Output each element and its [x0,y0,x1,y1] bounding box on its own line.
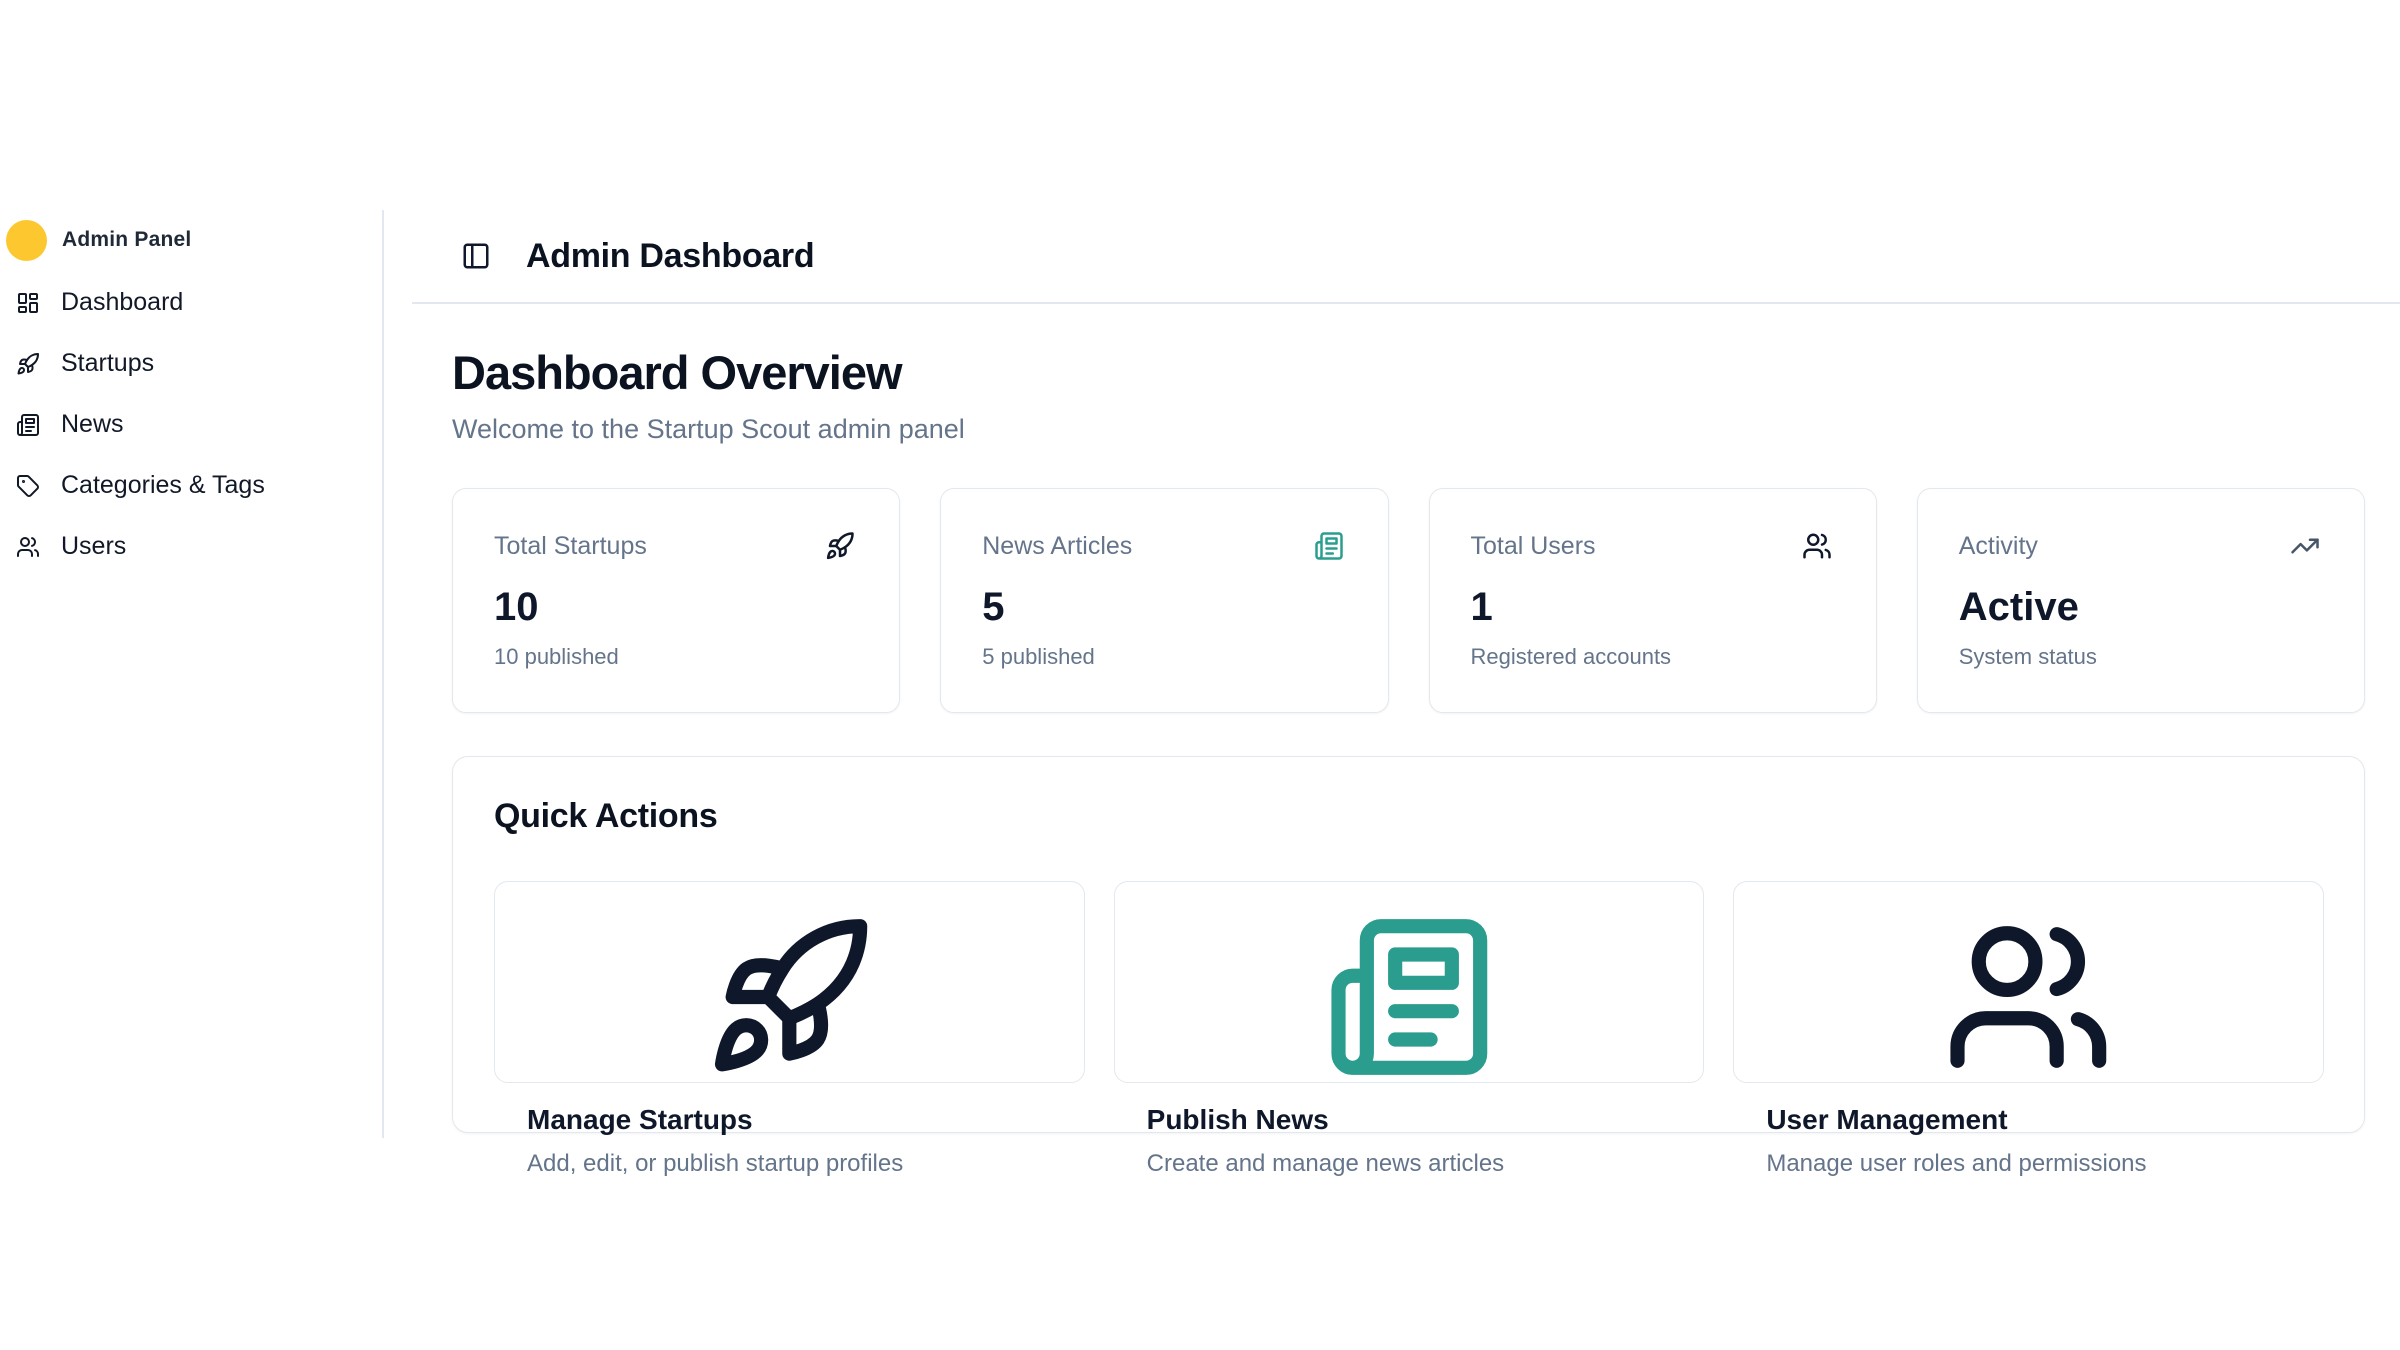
sidebar-item-label: Users [61,532,126,561]
stat-card-header: Total Startups [494,531,855,561]
brand-label: Admin Panel [62,228,191,252]
sidebar-brand: Admin Panel [0,219,382,261]
sidebar-item-startups[interactable]: Startups [0,333,382,394]
quick-action-description: Add, edit, or publish startup profiles [527,1150,1052,1178]
sidebar-item-label: Startups [61,349,154,378]
sidebar-nav: Dashboard Startups News Categories & Tag… [0,272,382,577]
brand-logo-circle [6,220,47,261]
overview-subtitle: Welcome to the Startup Scout admin panel [452,412,2365,447]
quick-action-description: Manage user roles and permissions [1766,1150,2291,1178]
sidebar-toggle-button[interactable] [461,241,491,271]
stat-card-header: News Articles [982,531,1343,561]
sidebar-item-label: Categories & Tags [61,471,265,500]
stat-subtext: Registered accounts [1471,644,1832,670]
quick-action-user-management[interactable]: User Management Manage user roles and pe… [1733,881,2324,1083]
stats-grid: Total Startups 10 10 published News Arti… [452,488,2365,713]
sidebar: Admin Panel Dashboard Startups News Cate… [0,210,384,1138]
stat-value: 10 [494,585,855,629]
stat-card-header: Activity [1959,531,2320,561]
stat-subtext: 10 published [494,644,855,670]
quick-actions-grid: Manage Startups Add, edit, or publish st… [494,881,2324,1083]
quick-actions-panel: Quick Actions Manage Startups Add, edit,… [452,756,2365,1133]
quick-action-manage-startups[interactable]: Manage Startups Add, edit, or publish st… [494,881,1085,1083]
trending-up-icon [2290,531,2320,561]
users-icon [1766,912,2291,1082]
rocket-icon [527,912,1052,1082]
sidebar-item-label: Dashboard [61,288,183,317]
quick-action-description: Create and manage news articles [1147,1150,1672,1178]
topbar: Admin Dashboard [412,210,2400,304]
stat-value: Active [1959,585,2320,629]
quick-action-title: Publish News [1147,1104,1672,1136]
sidebar-item-categories-tags[interactable]: Categories & Tags [0,455,382,516]
stat-card-activity: Activity Active System status [1917,488,2365,713]
panel-left-icon [461,241,491,271]
sidebar-item-news[interactable]: News [0,394,382,455]
quick-action-publish-news[interactable]: Publish News Create and manage news arti… [1114,881,1705,1083]
stat-label: Activity [1959,532,2038,561]
sidebar-item-dashboard[interactable]: Dashboard [0,272,382,333]
sidebar-item-label: News [61,410,124,439]
quick-actions-title: Quick Actions [494,797,2324,836]
stat-subtext: System status [1959,644,2320,670]
stat-label: Total Users [1471,532,1596,561]
rocket-icon [16,352,40,376]
stat-value: 5 [982,585,1343,629]
page-title: Admin Dashboard [526,237,814,276]
sidebar-item-users[interactable]: Users [0,516,382,577]
main-area: Admin Dashboard Dashboard Overview Welco… [412,210,2400,1138]
newspaper-icon [16,413,40,437]
rocket-icon [825,531,855,561]
layout-dashboard-icon [16,291,40,315]
dashboard-content: Dashboard Overview Welcome to the Startu… [412,304,2400,1133]
stat-card-total-users: Total Users 1 Registered accounts [1429,488,1877,713]
newspaper-icon [1314,531,1344,561]
newspaper-icon [1147,912,1672,1082]
stat-value: 1 [1471,585,1832,629]
stat-card-header: Total Users [1471,531,1832,561]
tag-icon [16,474,40,498]
users-icon [1802,531,1832,561]
users-icon [16,535,40,559]
overview-title: Dashboard Overview [452,346,2365,400]
app-root: Admin Panel Dashboard Startups News Cate… [0,210,2400,1138]
stat-card-total-startups: Total Startups 10 10 published [452,488,900,713]
stat-label: Total Startups [494,532,647,561]
quick-action-title: User Management [1766,1104,2291,1136]
quick-action-title: Manage Startups [527,1104,1052,1136]
stat-subtext: 5 published [982,644,1343,670]
stat-card-news-articles: News Articles 5 5 published [940,488,1388,713]
stat-label: News Articles [982,532,1132,561]
